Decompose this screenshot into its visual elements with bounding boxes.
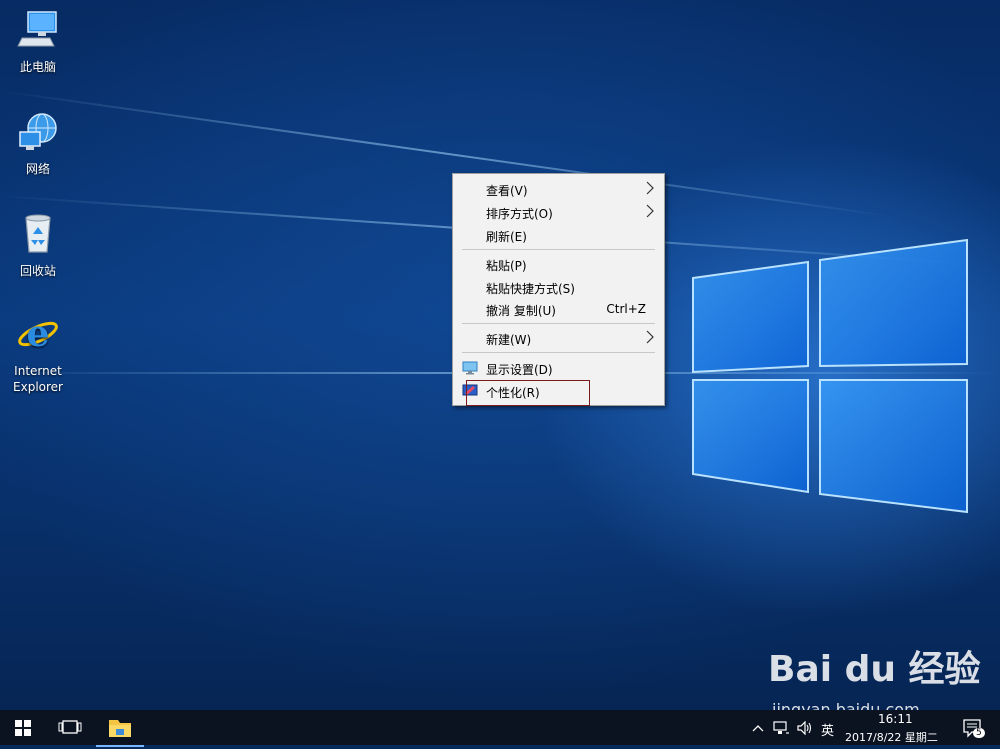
menu-item-label: 显示设置(D) (486, 363, 553, 377)
clock-time[interactable]: 16:11 (878, 712, 913, 726)
internet-explorer-icon: e (18, 313, 58, 355)
network-icon (19, 113, 57, 150)
chevron-right-icon (646, 330, 654, 344)
desktop-icon-this-pc[interactable]: 此电脑 (3, 8, 73, 75)
svg-text:e: e (27, 313, 50, 355)
menu-item-label: 刷新(E) (486, 230, 527, 244)
menu-item-display-settings[interactable]: 显示设置(D) (453, 357, 664, 379)
menu-item-paste-shortcut[interactable]: 粘贴快捷方式(S) (453, 276, 664, 298)
menu-item-label: 粘贴快捷方式(S) (486, 282, 575, 296)
desktop-context-menu: 查看(V) 排序方式(O) 刷新(E) 粘贴(P) 粘贴快捷方式(S) 撤消 复… (452, 173, 665, 406)
ime-indicator[interactable]: 英 (821, 720, 834, 739)
desktop-icon-network[interactable]: 网络 (3, 110, 73, 177)
chevron-right-icon (646, 204, 654, 218)
menu-separator (462, 249, 655, 250)
icon-label: 此电脑 (19, 60, 56, 74)
watermark-brand: Bai du 经验 (768, 649, 981, 690)
menu-item-view[interactable]: 查看(V) (453, 178, 664, 200)
chevron-up-icon[interactable] (752, 723, 764, 733)
file-explorer-taskbar-button[interactable] (96, 710, 144, 747)
menu-item-refresh[interactable]: 刷新(E) (453, 224, 664, 246)
task-view-icon (58, 720, 82, 734)
menu-item-paste[interactable]: 粘贴(P) (453, 253, 664, 275)
menu-item-undo-copy[interactable]: 撤消 复制(U) Ctrl+Z (453, 298, 664, 320)
menu-item-label: 新建(W) (486, 333, 532, 347)
menu-item-label: 粘贴(P) (486, 259, 527, 273)
start-button[interactable] (0, 710, 46, 745)
annotation-highlight-box (466, 380, 590, 406)
display-settings-icon (462, 361, 478, 375)
menu-item-label: 撤消 复制(U) (486, 304, 556, 318)
menu-item-sort-by[interactable]: 排序方式(O) (453, 201, 664, 223)
icon-label: 网络 (25, 162, 50, 176)
taskbar: 英 16:11 2017/8/22 星期二 5 (0, 710, 1000, 747)
network-status-icon[interactable] (772, 721, 790, 735)
baidu-jingyan-watermark: Bai du 经验 jingyan.baidu.com (768, 640, 1000, 720)
notification-count-badge: 5 (973, 728, 985, 738)
desktop-icon-recycle-bin[interactable]: 回收站 (3, 212, 73, 279)
recycle-bin-icon (25, 214, 51, 253)
windows-start-icon (15, 720, 31, 736)
clock-date[interactable]: 2017/8/22 星期二 (845, 729, 938, 745)
menu-item-shortcut: Ctrl+Z (606, 302, 646, 316)
menu-item-label: 排序方式(O) (486, 207, 553, 221)
file-explorer-icon (109, 720, 131, 737)
chevron-right-icon (646, 181, 654, 195)
action-center-button[interactable]: 5 (955, 710, 990, 745)
volume-icon[interactable] (796, 721, 814, 735)
icon-label: Internet Explorer (13, 364, 63, 394)
notification-icon (963, 719, 981, 738)
desktop-icon-internet-explorer[interactable]: e Internet Explorer (3, 312, 73, 395)
menu-item-label: 查看(V) (486, 184, 528, 198)
menu-separator (462, 352, 655, 353)
task-view-button[interactable] (48, 710, 92, 745)
menu-item-new[interactable]: 新建(W) (453, 327, 664, 349)
icon-label: 回收站 (19, 264, 56, 278)
menu-separator (462, 323, 655, 324)
computer-icon (17, 11, 57, 47)
